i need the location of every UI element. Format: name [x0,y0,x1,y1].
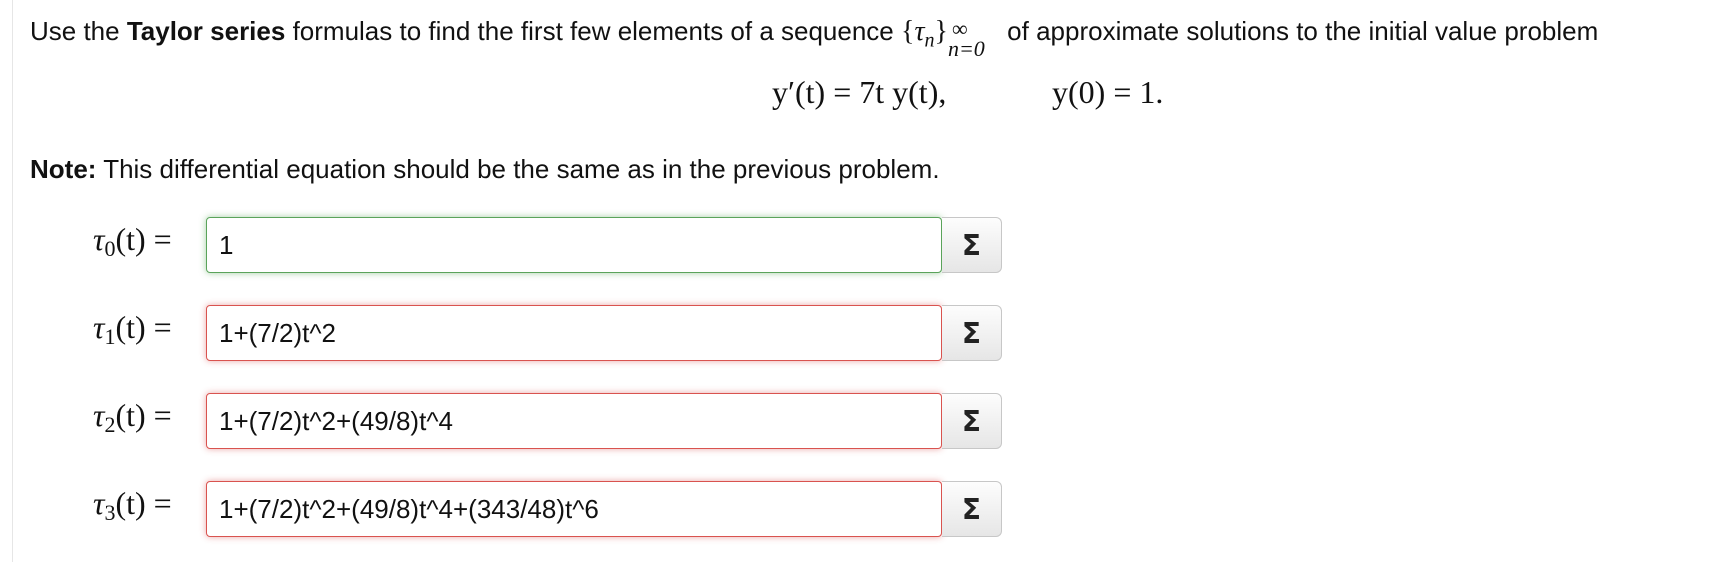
label-subscript: 1 [104,324,116,349]
label-argument: (t) = [115,221,172,257]
problem-statement: Use the Taylor series formulas to find t… [30,14,1599,61]
sequence-open-brace: { [901,16,915,47]
content-left-border [12,0,13,562]
equation-editor-button[interactable]: Σ [942,481,1002,537]
label-variable: τ [93,485,105,521]
sigma-icon: Σ [961,404,982,438]
intro-middle: formulas to find the first few elements … [285,16,901,46]
sequence-notation: {τn} [901,16,948,52]
label-argument: (t) = [115,397,172,433]
label-variable: τ [93,221,105,257]
label-argument: (t) = [115,309,172,345]
equation-editor-button[interactable]: Σ [942,305,1002,361]
sigma-icon: Σ [961,228,982,262]
sigma-icon: Σ [961,316,982,350]
answer-input-tau-2[interactable] [206,393,942,449]
sequence-variable-subscript: n [924,29,935,52]
answer-label: τ1(t) = [93,309,172,350]
answer-input-tau-1[interactable] [206,305,942,361]
note-text: This differential equation should be the… [96,154,940,184]
intro-bold-term: Taylor series [126,16,286,46]
initial-condition: y(0) = 1. [1052,74,1164,110]
label-variable: τ [93,397,105,433]
label-subscript: 3 [104,500,116,525]
note-label: Note: [30,154,97,184]
intro-tail: of approximate solutions to the initial … [999,16,1599,46]
equation-editor-button[interactable]: Σ [942,393,1002,449]
equation-editor-button[interactable]: Σ [942,217,1002,273]
answer-label: τ0(t) = [93,221,172,262]
answer-input-tau-3[interactable] [206,481,942,537]
sigma-icon: Σ [961,492,982,526]
sequence-lower-limit: n=0 [947,36,985,61]
label-subscript: 2 [104,412,116,437]
differential-equation: y′(t) = 7t y(t), [772,74,947,110]
label-subscript: 0 [104,236,116,261]
sequence-close-brace: } [934,16,948,47]
sequence-limits: ∞ n=0 [948,16,1000,61]
intro-lead: Use the [30,16,127,46]
sequence-variable: τ [914,16,925,47]
label-variable: τ [93,309,105,345]
answer-label: τ3(t) = [93,485,172,526]
note: Note: This differential equation should … [30,152,940,186]
label-argument: (t) = [115,485,172,521]
answer-label: τ2(t) = [93,397,172,438]
answer-input-tau-0[interactable] [206,217,942,273]
